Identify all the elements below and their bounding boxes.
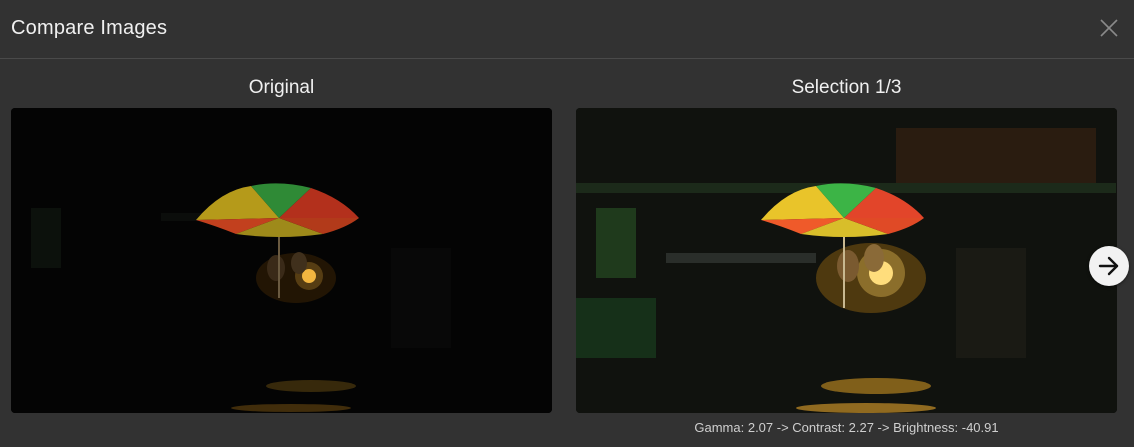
original-image [11, 108, 552, 413]
selection-panel-title: Selection 1/3 [791, 77, 902, 98]
compare-images-dialog: Compare Images Original Selection 1/3 Ga… [0, 0, 1134, 447]
next-image-button[interactable] [1089, 246, 1129, 286]
close-icon[interactable] [1100, 19, 1118, 37]
dialog-header: Compare Images [0, 0, 1134, 59]
dialog-title: Compare Images [11, 17, 168, 39]
adjustment-caption: Gamma: 2.07 -> Contrast: 2.27 -> Brightn… [694, 420, 999, 435]
original-panel-title: Original [248, 77, 315, 98]
selection-image [576, 108, 1117, 413]
arrow-right-icon [1098, 256, 1119, 276]
